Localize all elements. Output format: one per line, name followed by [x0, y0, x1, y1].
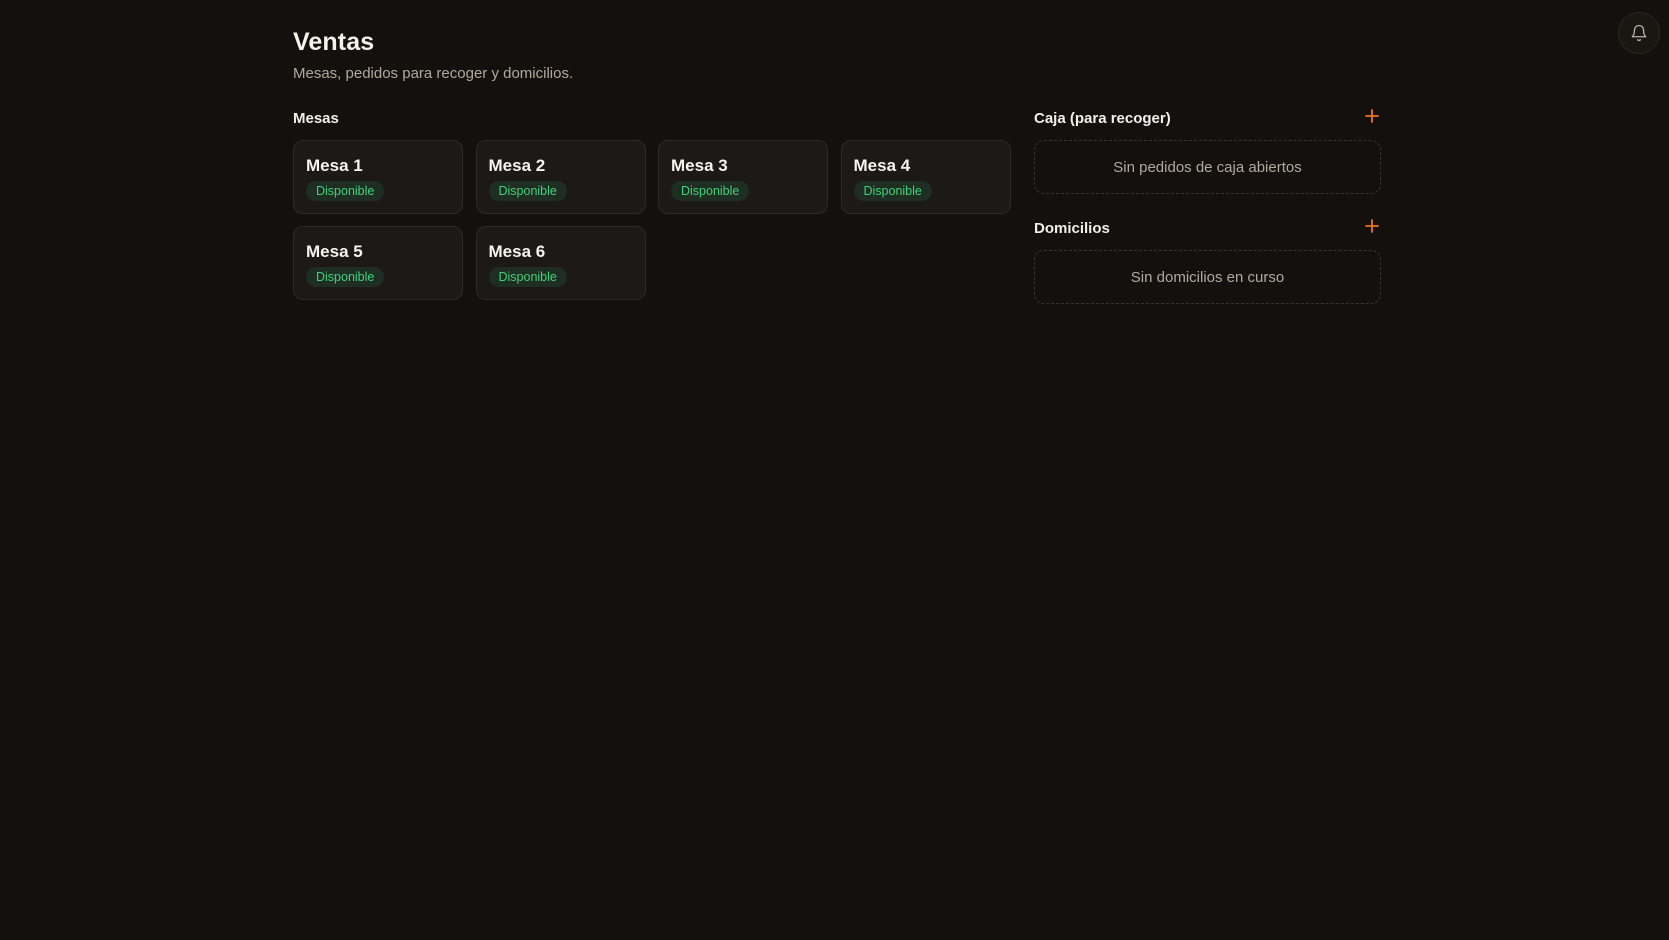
- page-subtitle: Mesas, pedidos para recoger y domicilios…: [293, 65, 574, 82]
- status-badge: Disponible: [853, 181, 932, 201]
- plus-icon: [1365, 218, 1379, 238]
- page-title: Ventas: [293, 28, 375, 56]
- status-badge: Disponible: [488, 181, 567, 201]
- plus-icon: [1365, 108, 1379, 128]
- caja-section-title: Caja (para recoger): [1034, 110, 1171, 127]
- mesa-name: Mesa 4: [853, 156, 911, 175]
- mesa-card-6[interactable]: Mesa 6 Disponible: [475, 226, 646, 300]
- mesa-card-2[interactable]: Mesa 2 Disponible: [475, 140, 646, 214]
- mesa-name: Mesa 3: [671, 156, 728, 175]
- mesa-card-5[interactable]: Mesa 5 Disponible: [293, 226, 463, 300]
- domicilios-section-title: Domicilios: [1034, 220, 1110, 237]
- status-badge: Disponible: [306, 181, 385, 201]
- status-badge: Disponible: [306, 267, 385, 287]
- mesas-grid: Mesa 1 Disponible Mesa 2 Disponible Mesa…: [293, 140, 1011, 300]
- mesas-section-title: Mesas: [293, 110, 339, 127]
- mesa-card-3[interactable]: Mesa 3 Disponible: [658, 140, 828, 214]
- status-badge: Disponible: [671, 181, 750, 201]
- bell-icon: [1630, 24, 1648, 42]
- domicilios-empty-state: Sin domicilios en curso: [1034, 250, 1381, 304]
- mesa-name: Mesa 6: [488, 242, 546, 261]
- mesa-name: Mesa 1: [306, 156, 363, 175]
- status-badge: Disponible: [488, 267, 567, 287]
- mesa-card-4[interactable]: Mesa 4 Disponible: [840, 140, 1011, 214]
- caja-empty-state: Sin pedidos de caja abiertos: [1034, 140, 1381, 194]
- add-domicilio-button[interactable]: [1362, 218, 1382, 238]
- mesa-name: Mesa 2: [488, 156, 546, 175]
- mesa-card-1[interactable]: Mesa 1 Disponible: [293, 140, 463, 214]
- add-caja-order-button[interactable]: [1362, 108, 1382, 128]
- mesa-name: Mesa 5: [306, 242, 363, 261]
- notifications-button[interactable]: [1618, 12, 1660, 54]
